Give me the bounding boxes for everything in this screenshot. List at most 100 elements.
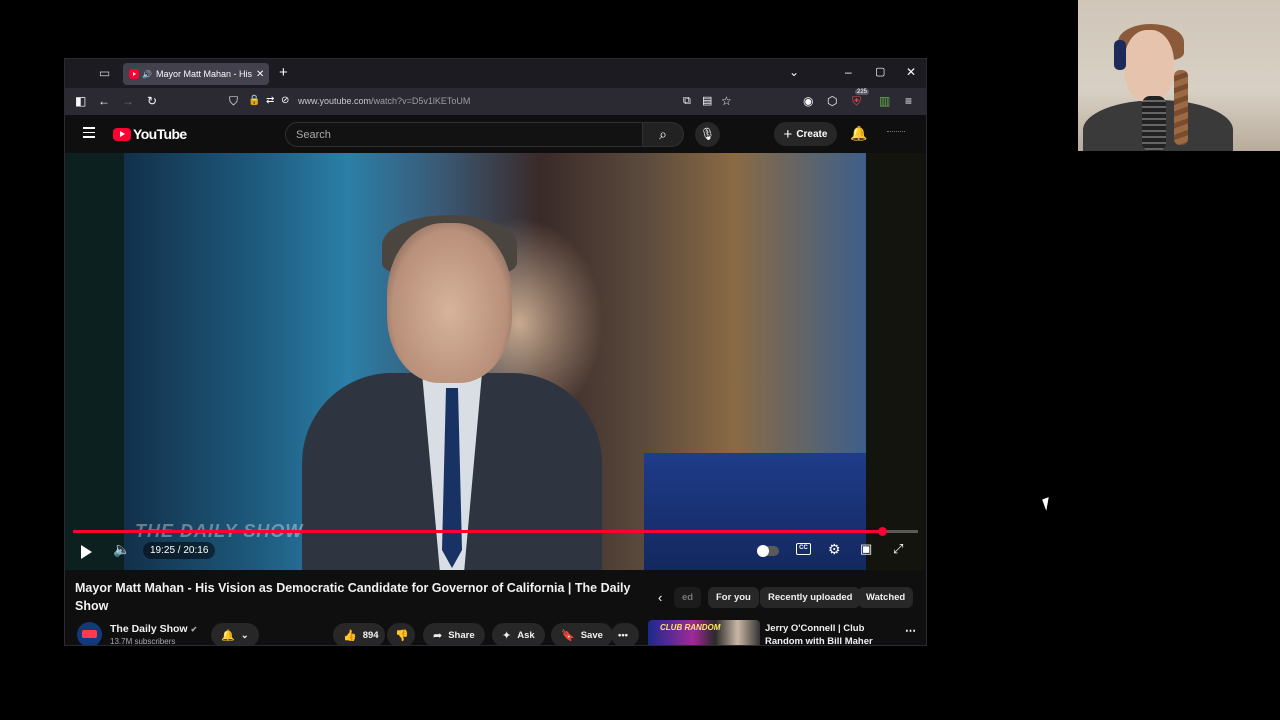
scrubber-handle[interactable]	[877, 527, 887, 536]
thumbnail-text: CLUB RANDOM	[660, 623, 721, 632]
chevron-down-icon: ⌄	[240, 629, 249, 641]
volume-icon[interactable]: 🔈	[113, 541, 130, 558]
mouse-cursor-icon	[1042, 497, 1053, 511]
avatar[interactable]	[887, 131, 905, 134]
autoplay-toggle[interactable]	[757, 545, 779, 557]
microphone-icon[interactable]: 🎙	[695, 122, 720, 147]
url-host: www.youtube.com	[298, 96, 372, 106]
subscriber-count: 13.7M subscribers	[110, 637, 176, 646]
speaker-icon[interactable]: 🔊	[142, 70, 152, 79]
youtube-favicon-icon	[129, 69, 139, 79]
url-path: /watch?v=D5v1lKEToUM	[371, 96, 471, 106]
captions-icon[interactable]: CC	[796, 543, 811, 555]
guest-figure	[302, 215, 602, 570]
share-button[interactable]: ➦ Share	[423, 623, 485, 645]
share-icon: ➦	[433, 629, 443, 642]
channel-name[interactable]: The Daily Show ✔	[110, 623, 197, 635]
extension-bars-icon[interactable]: ▥	[879, 94, 890, 108]
tab-title: Mayor Matt Mahan - His Vi	[155, 69, 252, 79]
plus-icon: +	[783, 125, 793, 143]
chip-watched[interactable]: Watched	[858, 587, 914, 608]
recommendation-more-icon[interactable]: ⋯	[905, 624, 917, 637]
progress-bar[interactable]	[73, 527, 918, 536]
forward-button[interactable]: →	[122, 94, 134, 108]
progress-played	[73, 530, 882, 533]
recommendation-title[interactable]: Jerry O'Connell | Club Random with Bill …	[765, 622, 905, 645]
chip-recently-uploaded[interactable]: Recently uploaded	[760, 587, 861, 608]
back-button[interactable]: ←	[98, 94, 110, 108]
more-actions-button[interactable]: •••	[611, 623, 639, 645]
bookmark-icon: 🔖	[561, 629, 575, 642]
dislike-button[interactable]: 👎	[387, 623, 415, 645]
like-button[interactable]: 👍 894	[333, 623, 385, 645]
save-button[interactable]: 🔖 Save	[551, 623, 613, 645]
browser-tab-active[interactable]: 🔊 Mayor Matt Mahan - His Vi ✕	[123, 63, 269, 85]
browser-window: ▭ 🔊 Mayor Matt Mahan - His Vi ✕ + ⌄ – ▢ …	[64, 58, 927, 646]
bookmark-star-icon[interactable]: ☆	[721, 94, 732, 108]
youtube-header: YouTube Search ⌕ 🎙 + Create 🔔	[65, 115, 926, 153]
like-count: 894	[362, 629, 379, 641]
shield-icon[interactable]: ⛉	[229, 94, 238, 108]
ambient-right	[866, 153, 926, 570]
account-icon[interactable]: ◉	[803, 94, 813, 108]
maximize-button[interactable]: ▢	[875, 65, 885, 78]
thumbs-down-icon: 👎	[395, 629, 409, 642]
close-tab-icon[interactable]: ✕	[256, 69, 264, 80]
reader-view-icon[interactable]: ▤	[702, 94, 712, 108]
settings-gear-icon[interactable]: ⚙	[828, 541, 841, 558]
extension-badge: 225	[855, 89, 870, 95]
video-frame[interactable]	[124, 153, 868, 570]
miniplayer-icon[interactable]: ▣	[860, 541, 872, 557]
save-label: Save	[580, 629, 603, 641]
extensions-icon[interactable]: ⬡	[827, 94, 837, 108]
watch-metadata: Mayor Matt Mahan - His Vision as Democra…	[65, 570, 926, 646]
time-display: 19:25 / 20:16	[143, 542, 216, 559]
play-icon[interactable]	[81, 545, 92, 559]
video-title: Mayor Matt Mahan - His Vision as Democra…	[75, 581, 631, 613]
channel-name-text: The Daily Show	[110, 623, 188, 635]
sidebar-icon[interactable]: ◧	[75, 94, 86, 108]
notifications-bell-icon[interactable]: 🔔	[850, 125, 867, 142]
new-tab-button[interactable]: +	[279, 64, 288, 81]
url-text[interactable]: www.youtube.com/watch?v=D5v1lKEToUM	[298, 96, 470, 106]
share-label: Share	[448, 629, 475, 641]
minimize-button[interactable]: –	[845, 65, 852, 79]
video-player[interactable]: THE DAILY SHOW 🔈 19:25 / 20:16 CC ⚙ ▣ ⤢	[65, 153, 926, 570]
youtube-logo[interactable]: YouTube	[113, 126, 187, 142]
reload-button[interactable]: ↻	[147, 94, 157, 108]
chips-previous-icon[interactable]: ‹	[658, 590, 662, 605]
ambient-left	[65, 153, 124, 570]
navigation-bar: ◧ ← → ↻ ⛉ 🔒 ⇄ ⊘ www.youtube.com/watch?v=…	[65, 88, 926, 115]
audio-blocked-icon[interactable]: ⊘	[281, 94, 289, 108]
app-menu-icon[interactable]: ≡	[905, 94, 912, 108]
create-label: Create	[796, 128, 828, 140]
search-input[interactable]: Search	[285, 122, 643, 147]
youtube-logo-icon	[113, 127, 131, 141]
close-window-button[interactable]: ✕	[906, 65, 916, 79]
thumbs-up-icon: 👍	[343, 629, 357, 642]
tab-list-chevron-icon[interactable]: ⌄	[789, 65, 799, 79]
ask-label: Ask	[517, 629, 535, 641]
channel-avatar[interactable]	[77, 622, 102, 645]
more-icon: •••	[618, 629, 628, 641]
sparkle-icon: ✦	[502, 629, 512, 642]
search-icon[interactable]: ⌕	[642, 122, 684, 147]
ublock-icon[interactable]: ⛨	[852, 94, 861, 108]
youtube-wordmark: YouTube	[133, 126, 187, 142]
chip-for-you[interactable]: For you	[708, 587, 759, 608]
picture-in-picture-icon[interactable]: ⧉	[683, 94, 691, 108]
fullscreen-icon[interactable]: ⤢	[893, 541, 903, 557]
verified-icon: ✔	[190, 625, 198, 634]
create-button[interactable]: + Create	[774, 122, 837, 146]
tab-strip: ▭ 🔊 Mayor Matt Mahan - His Vi ✕ + ⌄ – ▢ …	[65, 59, 926, 88]
tab-list-icon[interactable]: ▭	[98, 67, 111, 80]
guide-menu-icon[interactable]	[83, 127, 95, 138]
url-bar[interactable]: ⛉ 🔒 ⇄ ⊘ www.youtube.com/watch?v=D5v1lKET…	[225, 91, 745, 112]
lock-icon[interactable]: 🔒	[248, 94, 260, 108]
bell-icon: 🔔	[221, 629, 235, 642]
permissions-icon[interactable]: ⇄	[266, 94, 274, 108]
webcam-overlay	[1078, 0, 1280, 151]
ask-button[interactable]: ✦ Ask	[492, 623, 545, 645]
subscribed-bell-button[interactable]: 🔔 ⌄	[211, 623, 259, 645]
chip-partial[interactable]: ed	[674, 587, 702, 608]
